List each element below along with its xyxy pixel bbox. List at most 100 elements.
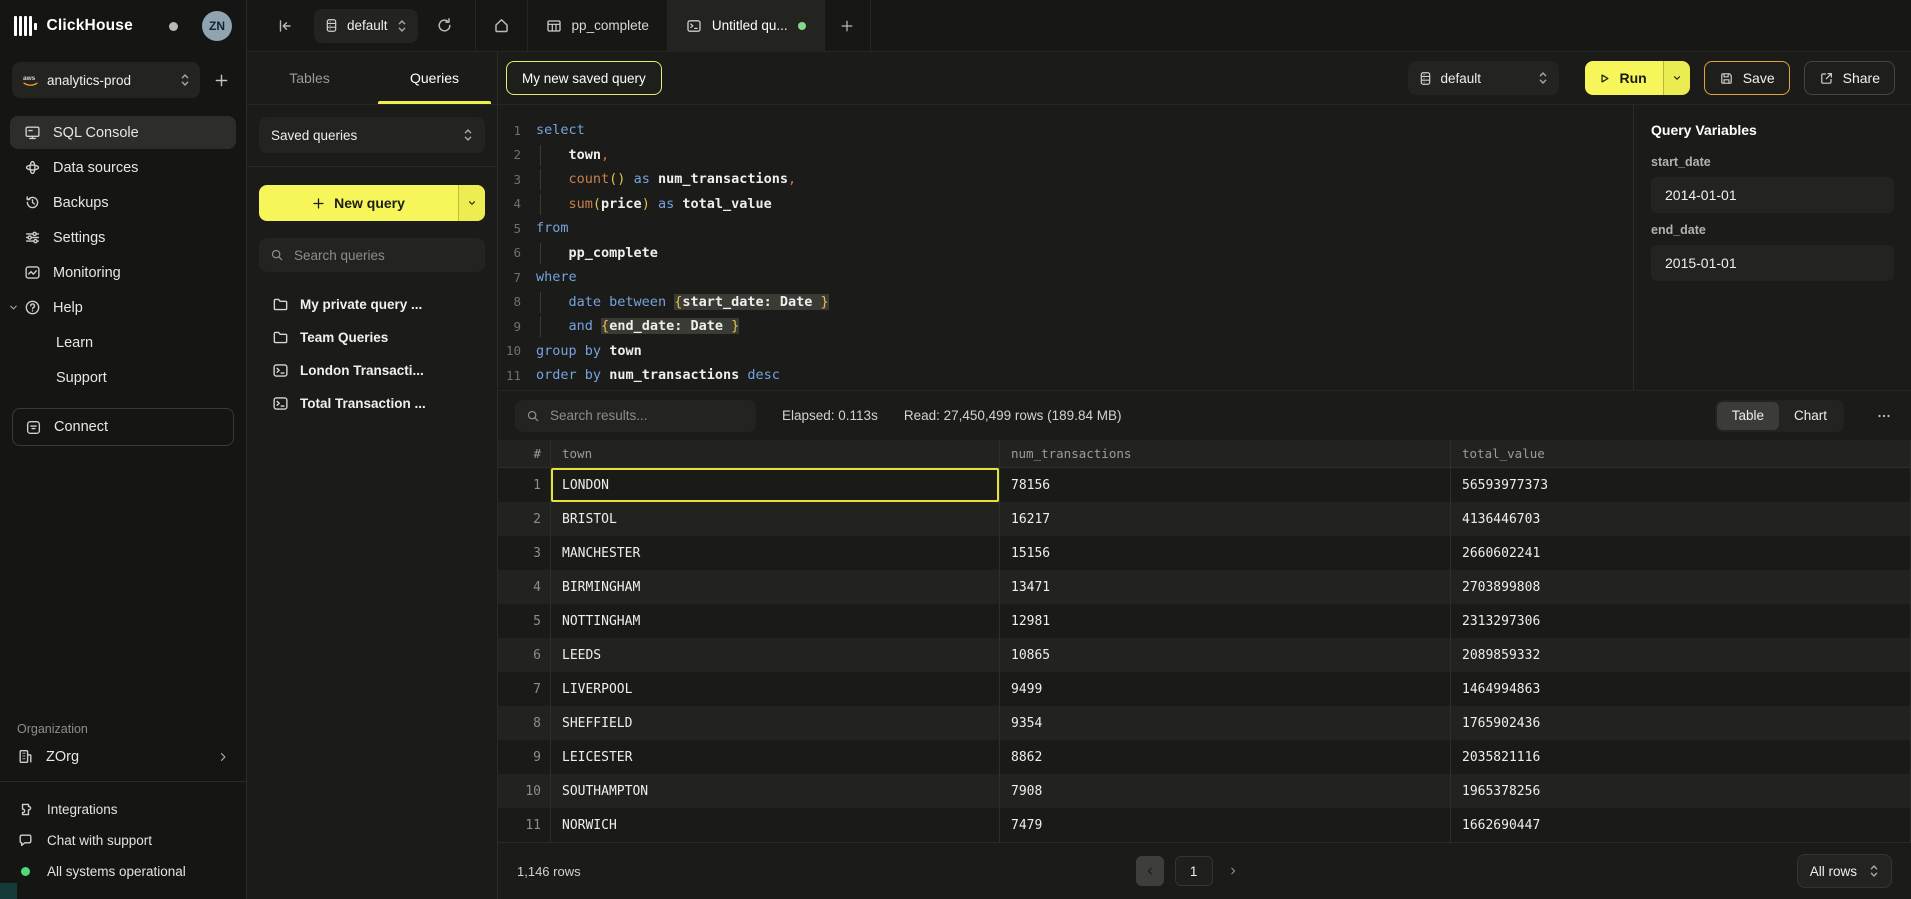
table-cell[interactable]: 9 xyxy=(498,740,551,774)
table-cell[interactable]: BIRMINGHAM xyxy=(551,570,1000,604)
table-cell[interactable]: 11 xyxy=(498,808,551,842)
table-cell[interactable]: 2313297306 xyxy=(1451,604,1911,638)
saved-query-tab[interactable]: My new saved query xyxy=(506,61,662,95)
table-cell[interactable]: 4 xyxy=(498,570,551,604)
share-button[interactable]: Share xyxy=(1804,61,1895,95)
column-header-num[interactable]: # xyxy=(498,440,551,467)
new-query-options-button[interactable] xyxy=(458,185,485,221)
sidebar-item-support[interactable]: Support xyxy=(10,361,236,394)
variable-input-end_date[interactable] xyxy=(1651,245,1894,281)
tab-tables[interactable]: Tables xyxy=(247,52,372,104)
table-cell[interactable]: 1 xyxy=(498,468,551,502)
column-header-town[interactable]: town xyxy=(551,440,1000,467)
table-cell[interactable]: 78156 xyxy=(1000,468,1451,502)
refresh-icon[interactable] xyxy=(422,17,467,34)
run-database-select[interactable]: default xyxy=(1408,61,1559,95)
sidebar-item-monitoring[interactable]: Monitoring xyxy=(10,256,236,289)
sidebar-item-settings[interactable]: Settings xyxy=(10,221,236,254)
table-cell[interactable]: 9499 xyxy=(1000,672,1451,706)
table-cell[interactable]: SOUTHAMPTON xyxy=(551,774,1000,808)
table-cell[interactable]: 2 xyxy=(498,502,551,536)
sidebar-item-backups[interactable]: Backups xyxy=(10,186,236,219)
new-tab-button[interactable] xyxy=(825,0,871,52)
page-number-input[interactable] xyxy=(1175,856,1213,886)
tab-untitled-query[interactable]: Untitled qu... xyxy=(668,0,825,52)
connect-button[interactable]: Connect xyxy=(12,408,234,446)
column-header-total_value[interactable]: total_value xyxy=(1451,440,1911,467)
tab-queries[interactable]: Queries xyxy=(372,52,497,104)
sidebar-item-learn[interactable]: Learn xyxy=(10,326,236,359)
table-cell[interactable]: LIVERPOOL xyxy=(551,672,1000,706)
table-cell[interactable]: 1464994863 xyxy=(1451,672,1911,706)
table-cell[interactable]: 2089859332 xyxy=(1451,638,1911,672)
add-service-button[interactable] xyxy=(208,67,234,93)
sidebar-item-help[interactable]: Help xyxy=(10,291,236,324)
more-options-icon[interactable] xyxy=(1870,408,1894,424)
table-cell[interactable]: 10 xyxy=(498,774,551,808)
table-cell[interactable]: 8 xyxy=(498,706,551,740)
organization-row[interactable]: ZOrg xyxy=(0,748,246,781)
table-cell[interactable]: 7479 xyxy=(1000,808,1451,842)
table-cell[interactable]: 1965378256 xyxy=(1451,774,1911,808)
table-cell[interactable]: 13471 xyxy=(1000,570,1451,604)
table-cell[interactable]: BRISTOL xyxy=(551,502,1000,536)
table-cell[interactable]: 10865 xyxy=(1000,638,1451,672)
query-list-item[interactable]: Total Transaction ... xyxy=(247,387,497,420)
query-list-item[interactable]: London Transacti... xyxy=(247,354,497,387)
run-button[interactable]: Run xyxy=(1585,61,1663,95)
column-header-num_transactions[interactable]: num_transactions xyxy=(1000,440,1451,467)
table-cell[interactable]: NORWICH xyxy=(551,808,1000,842)
sql-editor[interactable]: 1select2 town,3 count() as num_transacti… xyxy=(498,105,1633,390)
sidebar-item-data-sources[interactable]: Data sources xyxy=(10,151,236,184)
footer-item-chat-with-support[interactable]: Chat with support xyxy=(0,825,246,856)
avatar[interactable]: ZN xyxy=(202,11,232,41)
collapse-sidebar-icon[interactable] xyxy=(247,18,310,34)
table-cell[interactable]: 2703899808 xyxy=(1451,570,1911,604)
topbar-database-select[interactable]: default xyxy=(314,9,418,43)
table-cell[interactable]: 3 xyxy=(498,536,551,570)
saved-queries-select[interactable]: Saved queries xyxy=(259,117,485,153)
table-cell[interactable]: NOTTINGHAM xyxy=(551,604,1000,638)
table-cell[interactable]: 5 xyxy=(498,604,551,638)
table-cell[interactable]: 15156 xyxy=(1000,536,1451,570)
table-cell[interactable]: 7 xyxy=(498,672,551,706)
home-icon[interactable] xyxy=(476,17,527,34)
run-options-button[interactable] xyxy=(1663,61,1690,95)
variable-input-start_date[interactable] xyxy=(1651,177,1894,213)
table-cell[interactable]: 9354 xyxy=(1000,706,1451,740)
view-table-button[interactable]: Table xyxy=(1717,402,1779,430)
table-cell[interactable]: 7908 xyxy=(1000,774,1451,808)
search-queries-input[interactable] xyxy=(292,247,474,264)
prev-page-button[interactable] xyxy=(1136,856,1164,886)
table-cell[interactable]: 12981 xyxy=(1000,604,1451,638)
query-list-item[interactable]: Team Queries xyxy=(247,321,497,354)
search-results-input[interactable] xyxy=(548,407,745,424)
view-chart-button[interactable]: Chart xyxy=(1779,402,1842,430)
tab-pp-complete[interactable]: pp_complete xyxy=(527,0,668,52)
table-cell[interactable]: 8862 xyxy=(1000,740,1451,774)
table-cell[interactable]: 56593977373 xyxy=(1451,468,1911,502)
table-cell[interactable]: LEEDS xyxy=(551,638,1000,672)
table-cell[interactable]: 6 xyxy=(498,638,551,672)
table-cell[interactable]: 2035821116 xyxy=(1451,740,1911,774)
table-cell[interactable]: MANCHESTER xyxy=(551,536,1000,570)
sidebar: ClickHouse ZN aws analytics-prod SQL Con… xyxy=(0,0,247,899)
table-cell[interactable]: LEICESTER xyxy=(551,740,1000,774)
query-list-item[interactable]: My private query ... xyxy=(247,288,497,321)
new-query-button[interactable]: New query xyxy=(259,185,458,221)
next-page-button[interactable] xyxy=(1224,866,1242,876)
table-cell[interactable]: LONDON xyxy=(551,468,1000,502)
service-select[interactable]: aws analytics-prod xyxy=(12,62,200,98)
page-size-select[interactable]: All rows xyxy=(1797,854,1892,888)
chat-widget-corner[interactable] xyxy=(0,883,17,899)
footer-item-integrations[interactable]: Integrations xyxy=(0,794,246,825)
table-cell[interactable]: SHEFFIELD xyxy=(551,706,1000,740)
table-cell[interactable]: 4136446703 xyxy=(1451,502,1911,536)
table-cell[interactable]: 1662690447 xyxy=(1451,808,1911,842)
footer-item-all-systems-operational[interactable]: All systems operational xyxy=(0,856,246,887)
save-button[interactable]: Save xyxy=(1704,61,1790,95)
table-cell[interactable]: 16217 xyxy=(1000,502,1451,536)
table-cell[interactable]: 1765902436 xyxy=(1451,706,1911,740)
table-cell[interactable]: 2660602241 xyxy=(1451,536,1911,570)
sidebar-item-sql-console[interactable]: SQL Console xyxy=(10,116,236,149)
